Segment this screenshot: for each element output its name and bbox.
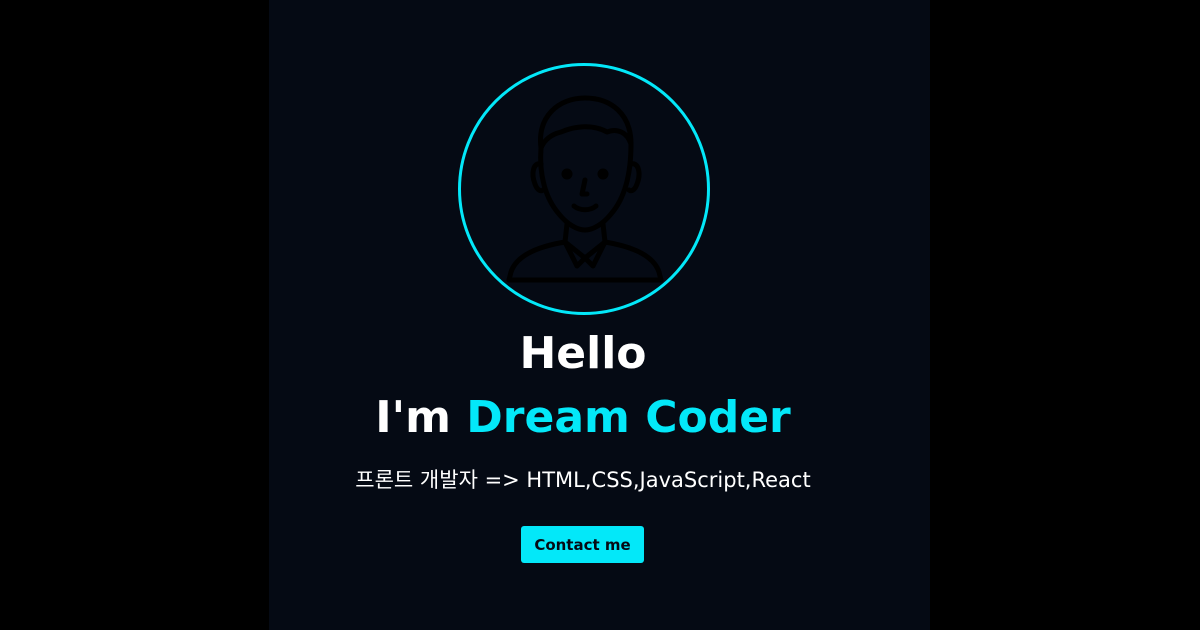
coder-name: Dream Coder — [466, 392, 791, 443]
greeting-title: Hello — [519, 328, 647, 379]
avatar — [458, 63, 710, 315]
person-outline-icon — [506, 95, 664, 283]
role-description: 프론트 개발자 => HTML,CSS,JavaScript,React — [355, 468, 811, 492]
contact-button[interactable]: Contact me — [521, 526, 644, 563]
intro-prefix: I'm — [375, 392, 467, 443]
intro-title: I'm Dream Coder — [0, 388, 1166, 448]
